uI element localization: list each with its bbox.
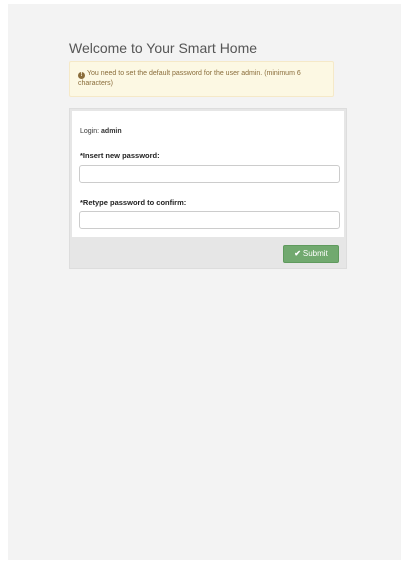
login-username: admin (101, 128, 122, 135)
new-password-label: *Insert new password: (80, 151, 160, 160)
confirm-password-label: *Retype password to confirm: (80, 198, 187, 207)
page-title: Welcome to Your Smart Home (69, 40, 258, 56)
info-icon: ! (78, 72, 85, 79)
check-icon: ✔ (294, 249, 301, 258)
form-body: Login: admin *Insert new password: *Rety… (72, 111, 344, 237)
page-container: Welcome to Your Smart Home ! You need to … (8, 4, 401, 560)
password-form-panel: Login: admin *Insert new password: *Rety… (69, 108, 347, 269)
submit-label: Submit (302, 249, 328, 258)
alert-message: You need to set the default password for… (78, 70, 301, 87)
submit-button[interactable]: ✔ Submit (283, 245, 339, 263)
warning-alert: ! You need to set the default password fo… (69, 61, 334, 97)
confirm-password-input[interactable] (79, 211, 340, 229)
login-row: Login: admin (80, 127, 122, 136)
login-label: Login: (80, 128, 100, 135)
new-password-input[interactable] (79, 165, 340, 183)
